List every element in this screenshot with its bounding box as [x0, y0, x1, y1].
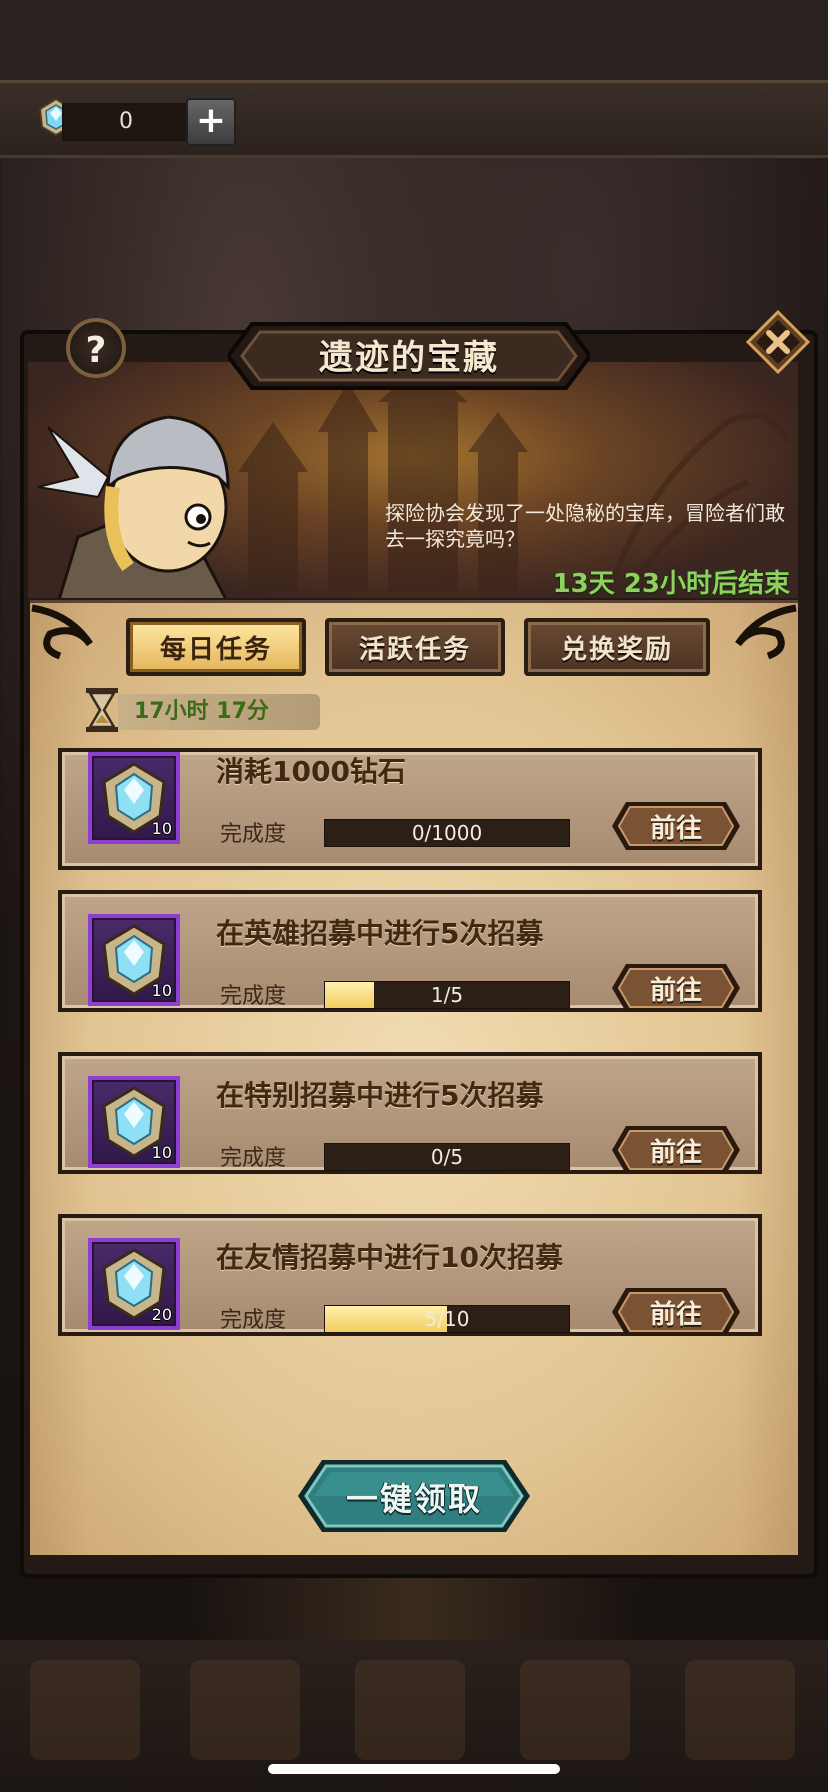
- progress-bar-1: 0/1000: [324, 819, 570, 847]
- go-label-3: 前往: [649, 1138, 702, 1168]
- reward-quantity: 20: [151, 1305, 172, 1324]
- progress-label-2: 完成度: [220, 984, 287, 1009]
- daily-reset-countdown: 17小时 17分: [118, 694, 320, 730]
- progress-bar-4: 5/10: [324, 1305, 570, 1333]
- knight-character-illustration: [38, 415, 230, 598]
- status-strip: [0, 0, 828, 80]
- add-gems-button[interactable]: +: [186, 98, 236, 146]
- progress-text-2: 1/5: [430, 983, 464, 1007]
- nav-slot-5: [685, 1660, 795, 1760]
- progress-label-3: 完成度: [220, 1146, 287, 1171]
- nav-slot-1: [30, 1660, 140, 1760]
- nav-slot-4: [520, 1660, 630, 1760]
- tab-active-tasks[interactable]: 活跃任务: [325, 618, 505, 676]
- go-label-4: 前往: [649, 1300, 702, 1330]
- home-indicator[interactable]: [268, 1764, 560, 1774]
- corner-ornament-right: [735, 604, 797, 660]
- reward-gem-1[interactable]: 10: [88, 752, 180, 844]
- event-description: 探险协会发现了一处隐秘的宝库，冒险者们敢去一探究竟吗？: [385, 501, 785, 551]
- reward-quantity: 10: [151, 981, 172, 1000]
- progress-bar-3: 0/5: [324, 1143, 570, 1171]
- event-time-remaining: 13天 23小时后结束: [552, 569, 790, 599]
- progress-label-1: 完成度: [220, 822, 287, 847]
- go-label-1: 前往: [649, 814, 702, 844]
- claim-all-label: 一键领取: [345, 1480, 482, 1518]
- close-button[interactable]: [746, 310, 810, 374]
- tab-daily-tasks[interactable]: 每日任务: [126, 618, 306, 676]
- task-title-1: 消耗1000钻石: [216, 755, 406, 788]
- event-title: 遗迹的宝藏: [319, 338, 499, 378]
- hourglass-icon: [86, 688, 118, 732]
- reward-gem-3[interactable]: 10: [88, 1076, 180, 1168]
- nav-slot-3: [355, 1660, 465, 1760]
- reward-gem-4[interactable]: 20: [88, 1238, 180, 1330]
- task-title-2: 在英雄招募中进行5次招募: [216, 917, 544, 950]
- task-title-4: 在友情招募中进行10次招募: [216, 1241, 563, 1274]
- task-title-3: 在特别招募中进行5次招募: [216, 1079, 544, 1112]
- progress-text-1: 0/1000: [411, 821, 483, 845]
- reward-gem-2[interactable]: 10: [88, 914, 180, 1006]
- help-icon: ?: [85, 330, 107, 371]
- gem-count: 0: [62, 103, 190, 141]
- reward-quantity: 10: [151, 819, 172, 838]
- plus-icon: +: [195, 100, 227, 141]
- progress-label-4: 完成度: [220, 1308, 287, 1333]
- progress-text-3: 0/5: [430, 1145, 464, 1169]
- help-button[interactable]: ?: [66, 318, 126, 378]
- nav-slot-2: [190, 1660, 300, 1760]
- progress-text-4: 5/10: [424, 1307, 470, 1331]
- go-label-2: 前往: [649, 976, 702, 1006]
- corner-ornament-left: [31, 604, 93, 660]
- reward-quantity: 10: [151, 1143, 172, 1162]
- tab-exchange-rewards[interactable]: 兑换奖励: [524, 618, 710, 676]
- progress-bar-2: 1/5: [324, 981, 570, 1009]
